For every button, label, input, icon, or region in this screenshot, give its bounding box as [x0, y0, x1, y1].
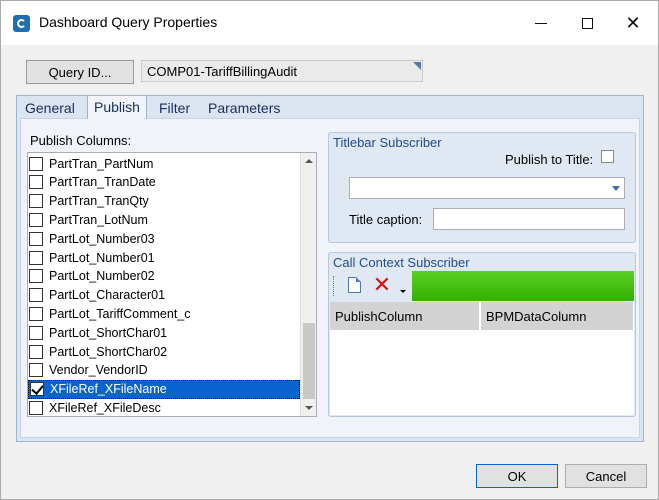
list-item-label: PartTran_TranDate [49, 175, 156, 190]
call-context-subscriber-title: Call Context Subscriber [333, 255, 470, 270]
column-checkbox[interactable] [29, 325, 43, 340]
column-checkbox[interactable] [29, 194, 43, 209]
list-item[interactable]: Vendor_VendorID [28, 361, 300, 380]
list-item[interactable]: XFileRef_XFileDesc [28, 398, 300, 416]
column-checkbox[interactable] [29, 344, 43, 359]
delete-icon[interactable]: ✕ [372, 274, 392, 296]
list-item-label: XFileRef_XFileDesc [49, 400, 161, 415]
list-item[interactable]: PartTran_TranQty [28, 192, 300, 211]
window-title: Dashboard Query Properties [39, 14, 218, 30]
grid-header-publish-column[interactable]: PublishColumn [330, 302, 480, 330]
list-item[interactable]: PartLot_ShortChar02 [28, 342, 300, 361]
list-item-label: PartTran_LotNum [49, 212, 148, 227]
toolbar-dropdown-icon[interactable] [400, 290, 406, 293]
column-checkbox[interactable] [29, 175, 43, 190]
scroll-up-button[interactable] [301, 153, 316, 169]
list-item[interactable]: PartLot_Number02 [28, 267, 300, 286]
title-caption-input[interactable] [433, 208, 625, 230]
toolbar-grip-icon[interactable] [333, 276, 336, 296]
titlebar-column-combo[interactable] [349, 177, 625, 199]
title-caption-label: Title caption: [349, 212, 423, 227]
column-checkbox[interactable] [29, 363, 43, 378]
dialog-window: Dashboard Query Properties ✕ Query ID...… [0, 0, 659, 500]
list-item-label: PartLot_TariffComment_c [49, 306, 191, 321]
query-id-button[interactable]: Query ID... [26, 60, 134, 84]
list-item[interactable]: PartLot_TariffComment_c [28, 304, 300, 323]
grid-header-bpm-data-column[interactable]: BPMDataColumn [481, 302, 634, 330]
list-item[interactable]: PartLot_Character01 [28, 286, 300, 305]
list-item[interactable]: PartLot_Number03 [28, 229, 300, 248]
column-checkbox[interactable] [29, 288, 43, 303]
scroll-down-button[interactable] [301, 400, 316, 416]
toolbar-accent-bar [412, 271, 634, 301]
publish-to-title-checkbox[interactable] [601, 150, 614, 163]
list-item-label: PartLot_Number02 [49, 269, 155, 284]
close-button[interactable]: ✕ [610, 1, 656, 45]
column-checkbox[interactable] [29, 212, 43, 227]
column-checkbox[interactable] [29, 400, 43, 415]
maximize-button[interactable] [564, 1, 610, 45]
maximize-icon [581, 17, 593, 29]
publish-columns-list[interactable]: PartTran_PartNum PartTran_TranDate PartTra… [27, 152, 317, 417]
column-checkbox[interactable] [29, 250, 43, 265]
column-checkbox[interactable] [29, 269, 43, 284]
list-item-label: PartLot_Number01 [49, 250, 155, 265]
list-item[interactable]: PartLot_Number01 [28, 248, 300, 267]
list-item-label: PartLot_Character01 [49, 288, 166, 303]
list-item[interactable]: PartTran_PartNum [28, 154, 300, 173]
list-item[interactable]: PartTran_TranDate [28, 173, 300, 192]
tab-general[interactable]: General [19, 97, 81, 118]
column-checkbox[interactable] [30, 382, 44, 397]
titlebar-subscriber-title: Titlebar Subscriber [333, 135, 442, 150]
app-logo-icon [13, 15, 30, 32]
list-item-label: PartTran_PartNum [49, 156, 154, 171]
publish-columns-label: Publish Columns: [30, 133, 132, 148]
list-item[interactable]: PartLot_ShortChar01 [28, 323, 300, 342]
scroll-thumb[interactable] [303, 323, 315, 399]
close-icon: ✕ [625, 12, 641, 33]
tab-parameters[interactable]: Parameters [202, 97, 286, 118]
column-checkbox[interactable] [29, 156, 43, 171]
query-id-field: COMP01-TariffBillingAudit [141, 60, 423, 82]
tab-filter[interactable]: Filter [153, 97, 196, 118]
list-item-label: PartLot_ShortChar02 [49, 344, 168, 359]
publish-to-title-label: Publish to Title: [505, 152, 594, 167]
chevron-down-icon [305, 406, 313, 410]
minimize-button[interactable] [518, 1, 564, 45]
tab-publish[interactable]: Publish [87, 95, 147, 119]
list-scrollbar[interactable] [300, 153, 316, 416]
new-document-icon[interactable] [348, 277, 361, 293]
column-checkbox[interactable] [29, 306, 43, 321]
list-item-label: PartLot_ShortChar01 [49, 325, 168, 340]
cancel-button[interactable]: Cancel [565, 464, 647, 488]
chevron-up-icon [305, 159, 313, 163]
title-bar[interactable]: Dashboard Query Properties ✕ [1, 1, 658, 45]
list-item-label: Vendor_VendorID [49, 363, 148, 378]
list-item-label: PartLot_Number03 [49, 231, 155, 246]
ok-button[interactable]: OK [476, 464, 558, 488]
list-item[interactable]: PartTran_LotNum [28, 210, 300, 229]
list-item[interactable]: XFileRef_XFileName [28, 379, 300, 399]
call-context-grid[interactable]: PublishColumn BPMDataColumn [330, 302, 634, 415]
chevron-down-icon[interactable] [612, 186, 620, 191]
list-item-label: XFileRef_XFileName [50, 382, 167, 397]
minimize-icon [535, 22, 547, 24]
list-item-label: PartTran_TranQty [49, 194, 149, 209]
column-checkbox[interactable] [29, 231, 43, 246]
